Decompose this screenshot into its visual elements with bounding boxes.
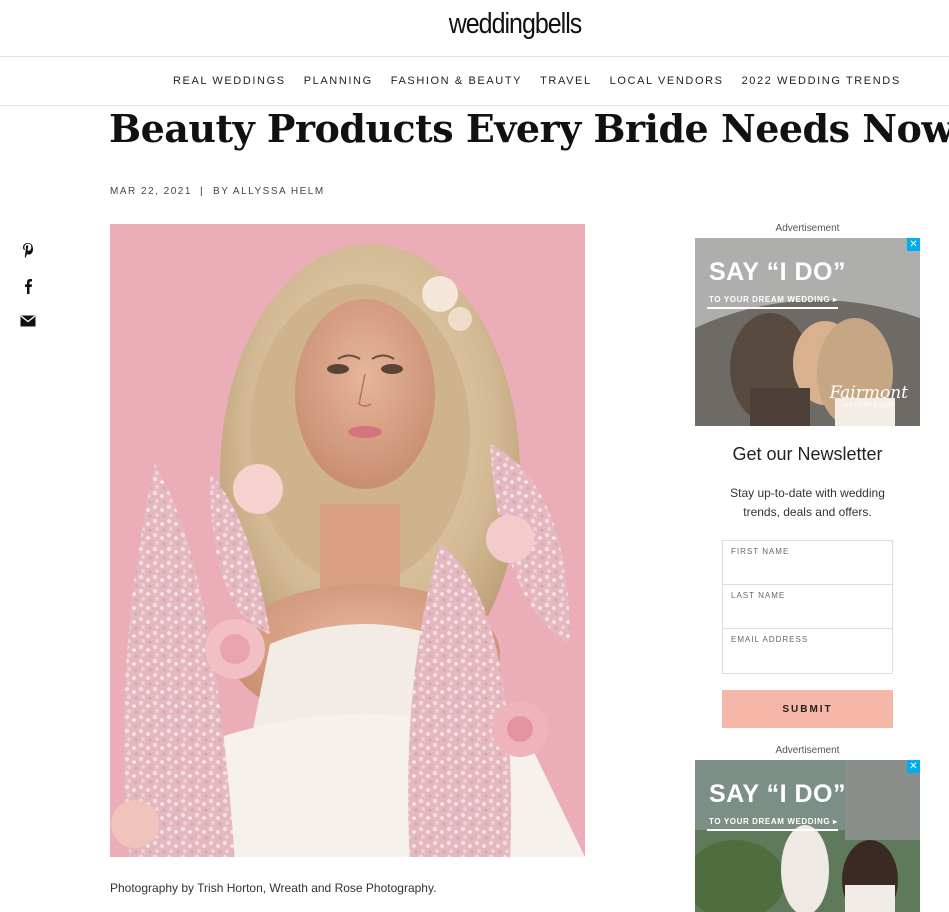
- nav-real-weddings[interactable]: REAL WEDDINGS: [173, 75, 286, 87]
- first-name-field-group: FIRST NAME: [723, 541, 892, 585]
- main-nav: REAL WEDDINGS PLANNING FASHION & BEAUTY …: [173, 75, 919, 87]
- article-title: Beauty Products Every Bride Needs Now: [109, 106, 949, 151]
- photo-caption: Photography by Trish Horton, Wreath and …: [110, 881, 437, 895]
- nav-travel[interactable]: TRAVEL: [540, 75, 592, 87]
- ad-label: Advertisement: [775, 223, 840, 234]
- ad-close-icon[interactable]: ✕: [907, 238, 920, 251]
- site-header: weddingbells: [0, 0, 949, 57]
- article-meta: MAR 22, 2021 | BY ALLYSSA HELM: [110, 186, 325, 197]
- site-logo[interactable]: weddingbells: [0, 8, 949, 41]
- article-date: MAR 22, 2021: [110, 186, 192, 197]
- ad-brand-name: Fairmont: [829, 383, 908, 403]
- meta-separator: |: [199, 186, 205, 197]
- nav-fashion-beauty[interactable]: FASHION & BEAUTY: [391, 75, 522, 87]
- ad-banner-bottom[interactable]: SAY “I DO” TO YOUR DREAM WEDDING ▸ ✕: [695, 760, 920, 912]
- email-field-group: EMAIL ADDRESS: [723, 629, 892, 673]
- ad-subline: TO YOUR DREAM WEDDING ▸: [707, 295, 838, 309]
- first-name-input[interactable]: [731, 556, 884, 576]
- newsletter-title: Get our Newsletter: [732, 444, 883, 464]
- share-bar: [18, 242, 40, 350]
- ad-close-icon[interactable]: ✕: [907, 760, 920, 773]
- email-label: EMAIL ADDRESS: [731, 635, 809, 644]
- newsletter-description: Stay up-to-date with wedding trends, dea…: [730, 486, 885, 519]
- ad-headline: SAY “I DO”: [709, 258, 846, 286]
- hero-photo: [110, 224, 585, 857]
- email-input[interactable]: [731, 644, 884, 664]
- pinterest-icon[interactable]: [18, 242, 38, 262]
- submit-button[interactable]: SUBMIT: [722, 690, 893, 728]
- ad-label-2: Advertisement: [775, 745, 840, 756]
- ad-brand-sub: WATERFRONT: [842, 403, 895, 409]
- last-name-label: LAST NAME: [731, 591, 786, 600]
- facebook-icon[interactable]: [18, 278, 38, 298]
- nav-wedding-trends[interactable]: 2022 WEDDING TRENDS: [742, 75, 901, 87]
- last-name-field-group: LAST NAME: [723, 585, 892, 629]
- ad-brand-logo: Fairmont WATERFRONT: [830, 383, 908, 409]
- first-name-label: FIRST NAME: [731, 547, 790, 556]
- nav-local-vendors[interactable]: LOCAL VENDORS: [610, 75, 724, 87]
- main-nav-bar: REAL WEDDINGS PLANNING FASHION & BEAUTY …: [0, 57, 949, 106]
- ad-banner-top[interactable]: SAY “I DO” TO YOUR DREAM WEDDING ▸ Fairm…: [695, 238, 920, 426]
- article-byline[interactable]: BY ALLYSSA HELM: [213, 186, 325, 197]
- email-icon[interactable]: [18, 314, 38, 334]
- ad-subline-2: TO YOUR DREAM WEDDING ▸: [707, 817, 838, 831]
- nav-planning[interactable]: PLANNING: [304, 75, 373, 87]
- newsletter-form: FIRST NAME LAST NAME EMAIL ADDRESS: [722, 540, 893, 674]
- last-name-input[interactable]: [731, 600, 884, 620]
- ad-headline-2: SAY “I DO”: [709, 780, 846, 808]
